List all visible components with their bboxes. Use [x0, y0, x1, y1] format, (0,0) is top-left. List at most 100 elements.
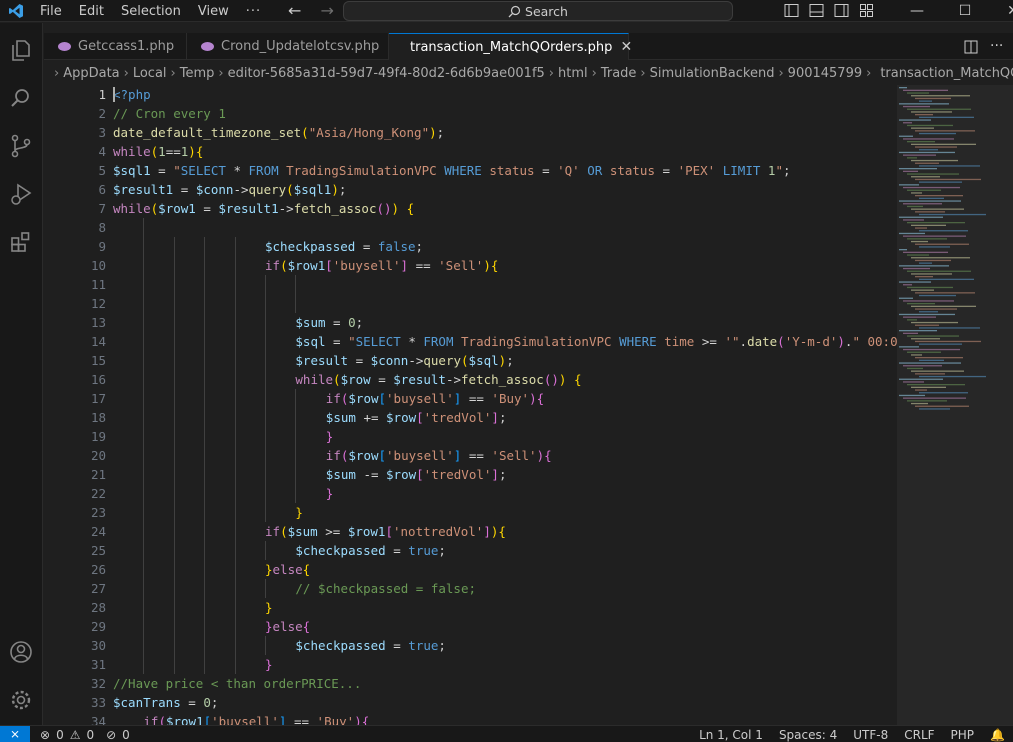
- code-line[interactable]: $sum -= $row['tredVol'];: [113, 465, 897, 484]
- minimap-slider[interactable]: [897, 85, 1013, 725]
- source-control-icon[interactable]: [8, 133, 34, 159]
- code-line[interactable]: [113, 294, 897, 313]
- code-line[interactable]: // Cron every 1: [113, 104, 897, 123]
- tab-getccass1[interactable]: Getccass1.php: [44, 33, 187, 60]
- menu-more[interactable]: ···: [246, 4, 261, 19]
- code-text: }: [325, 486, 334, 501]
- tab-crond-updatelotcsv[interactable]: Crond_Updatelotcsv.php: [187, 33, 389, 60]
- language-mode[interactable]: PHP: [951, 728, 975, 742]
- code-line[interactable]: if($row1['buysell'] == 'Sell'){: [113, 256, 897, 275]
- customize-layout-icon[interactable]: [859, 3, 874, 18]
- chevron-right-icon: ›: [640, 65, 646, 81]
- code-lines[interactable]: <?php // Cron every 1 date_default_timezon…: [113, 85, 897, 725]
- explorer-icon[interactable]: [8, 37, 34, 63]
- code-line[interactable]: while(1==1){: [113, 142, 897, 161]
- search-view-icon[interactable]: [8, 85, 34, 111]
- tab-label: Crond_Updatelotcsv.php: [221, 39, 380, 54]
- code-line[interactable]: $sum = 0;: [113, 313, 897, 332]
- code-line[interactable]: }else{: [113, 617, 897, 636]
- code-line[interactable]: if($row['buysell'] == 'Buy'){: [113, 389, 897, 408]
- line-number: 5: [98, 163, 106, 178]
- close-tab-icon[interactable]: ✕: [620, 39, 632, 55]
- tab-transaction-matchqorders[interactable]: transaction_MatchQOrders.php ✕: [389, 33, 632, 60]
- indent-guide: [173, 294, 175, 313]
- code-line[interactable]: $sum += $row['tredVol'];: [113, 408, 897, 427]
- forward-arrow-icon[interactable]: →: [321, 1, 334, 20]
- code-line[interactable]: //Have price < than orderPRICE...: [113, 674, 897, 693]
- notifications-bell-icon[interactable]: 🔔: [990, 728, 1005, 742]
- line-number: 11: [90, 277, 106, 292]
- code-line[interactable]: while($row1 = $result1->fetch_assoc()) {: [113, 199, 897, 218]
- problems-indicator[interactable]: ⊗ 0 ⚠ 0 ⊘ 0: [40, 726, 136, 742]
- accounts-icon[interactable]: [8, 639, 34, 665]
- maximize-button[interactable]: ☐: [941, 3, 989, 19]
- indent-guide: [143, 218, 145, 237]
- menu-file[interactable]: File: [40, 4, 62, 19]
- breadcrumb-item[interactable]: 900145799: [788, 66, 862, 81]
- cursor-position[interactable]: Ln 1, Col 1: [699, 728, 763, 742]
- code-line[interactable]: [113, 275, 897, 294]
- code-line[interactable]: date_default_timezone_set("Asia/Hong_Kon…: [113, 123, 897, 142]
- breadcrumb-item[interactable]: transaction_MatchQOrders.php: [880, 66, 1013, 81]
- end-of-line[interactable]: CRLF: [904, 728, 934, 742]
- code-line[interactable]: }: [113, 655, 897, 674]
- code-line[interactable]: // $checkpassed = false;: [113, 579, 897, 598]
- breadcrumb-item[interactable]: SimulationBackend: [650, 66, 775, 81]
- manage-gear-icon[interactable]: [8, 687, 34, 713]
- run-and-debug-icon[interactable]: [8, 181, 34, 207]
- code-line[interactable]: }: [113, 427, 897, 446]
- code-line[interactable]: <?php: [113, 85, 897, 104]
- minimize-button[interactable]: —: [893, 3, 941, 19]
- code-line[interactable]: }: [113, 484, 897, 503]
- chevron-right-icon: ›: [123, 65, 129, 81]
- menu-selection[interactable]: Selection: [121, 4, 181, 19]
- breadcrumb-item[interactable]: Trade: [601, 66, 637, 81]
- encoding[interactable]: UTF-8: [853, 728, 888, 742]
- menu-edit[interactable]: Edit: [79, 4, 104, 19]
- indent-guide: [173, 598, 175, 617]
- code-text: date_default_timezone_set("Asia/Hong_Kon…: [113, 125, 445, 140]
- toggle-panel-icon[interactable]: [809, 3, 824, 18]
- indent-guide: [173, 484, 175, 503]
- menu-view[interactable]: View: [198, 4, 229, 19]
- code-line[interactable]: $checkpassed = false;: [113, 237, 897, 256]
- breadcrumb-item[interactable]: Temp: [180, 66, 215, 81]
- code-line[interactable]: $sql1 = "SELECT * FROM TradingSimulation…: [113, 161, 897, 180]
- breadcrumb-item[interactable]: html: [558, 66, 588, 81]
- code-line[interactable]: $checkpassed = true;: [113, 636, 897, 655]
- code-line[interactable]: $result1 = $conn->query($sql1);: [113, 180, 897, 199]
- extensions-icon[interactable]: [8, 229, 34, 255]
- code-line[interactable]: if($sum >= $row1['nottredVol']){: [113, 522, 897, 541]
- remote-indicator-icon[interactable]: ⨯: [0, 726, 30, 742]
- line-number: 26: [90, 562, 106, 577]
- back-arrow-icon[interactable]: ←: [288, 1, 301, 20]
- line-number: 34: [90, 714, 106, 725]
- command-center-search[interactable]: Search: [343, 1, 733, 21]
- code-line[interactable]: }: [113, 598, 897, 617]
- toggle-primary-sidebar-icon[interactable]: [784, 3, 799, 18]
- breadcrumb-item[interactable]: AppData: [63, 66, 119, 81]
- code-line[interactable]: $checkpassed = true;: [113, 541, 897, 560]
- split-editor-icon[interactable]: [964, 40, 978, 54]
- indentation[interactable]: Spaces: 4: [779, 728, 837, 742]
- more-actions-icon[interactable]: ···: [990, 38, 1003, 54]
- code-line[interactable]: }else{: [113, 560, 897, 579]
- toggle-secondary-sidebar-icon[interactable]: [834, 3, 849, 18]
- code-line[interactable]: [113, 218, 897, 237]
- indent-guide: [234, 370, 236, 389]
- code-line[interactable]: while($row = $result->fetch_assoc()) {: [113, 370, 897, 389]
- indent-guide: [265, 465, 266, 484]
- code-line[interactable]: if($row1['buysell'] == 'Buy'){: [113, 712, 897, 725]
- code-line[interactable]: if($row['buysell'] == 'Sell'){: [113, 446, 897, 465]
- close-window-button[interactable]: ✕: [989, 3, 1013, 19]
- code-editor[interactable]: 1 2 3 4 5 6 7 8 9 10 11 12 13 14 15 16 17 18 19 20 21 22 23 24 2…: [44, 85, 897, 725]
- minimap[interactable]: [897, 85, 1013, 725]
- line-number: 13: [90, 315, 106, 330]
- code-line[interactable]: }: [113, 503, 897, 522]
- code-line[interactable]: $result = $conn->query($sql);: [113, 351, 897, 370]
- code-line[interactable]: $sql = "SELECT * FROM TradingSimulationV…: [113, 332, 897, 351]
- code-line[interactable]: $canTrans = 0;: [113, 693, 897, 712]
- code-text: $result1 = $conn->query($sql1);: [113, 182, 347, 197]
- breadcrumb-item[interactable]: editor-5685a31d-59d7-49f4-80d2-6d6b9ae00…: [228, 66, 545, 81]
- breadcrumb-item[interactable]: Local: [133, 66, 167, 81]
